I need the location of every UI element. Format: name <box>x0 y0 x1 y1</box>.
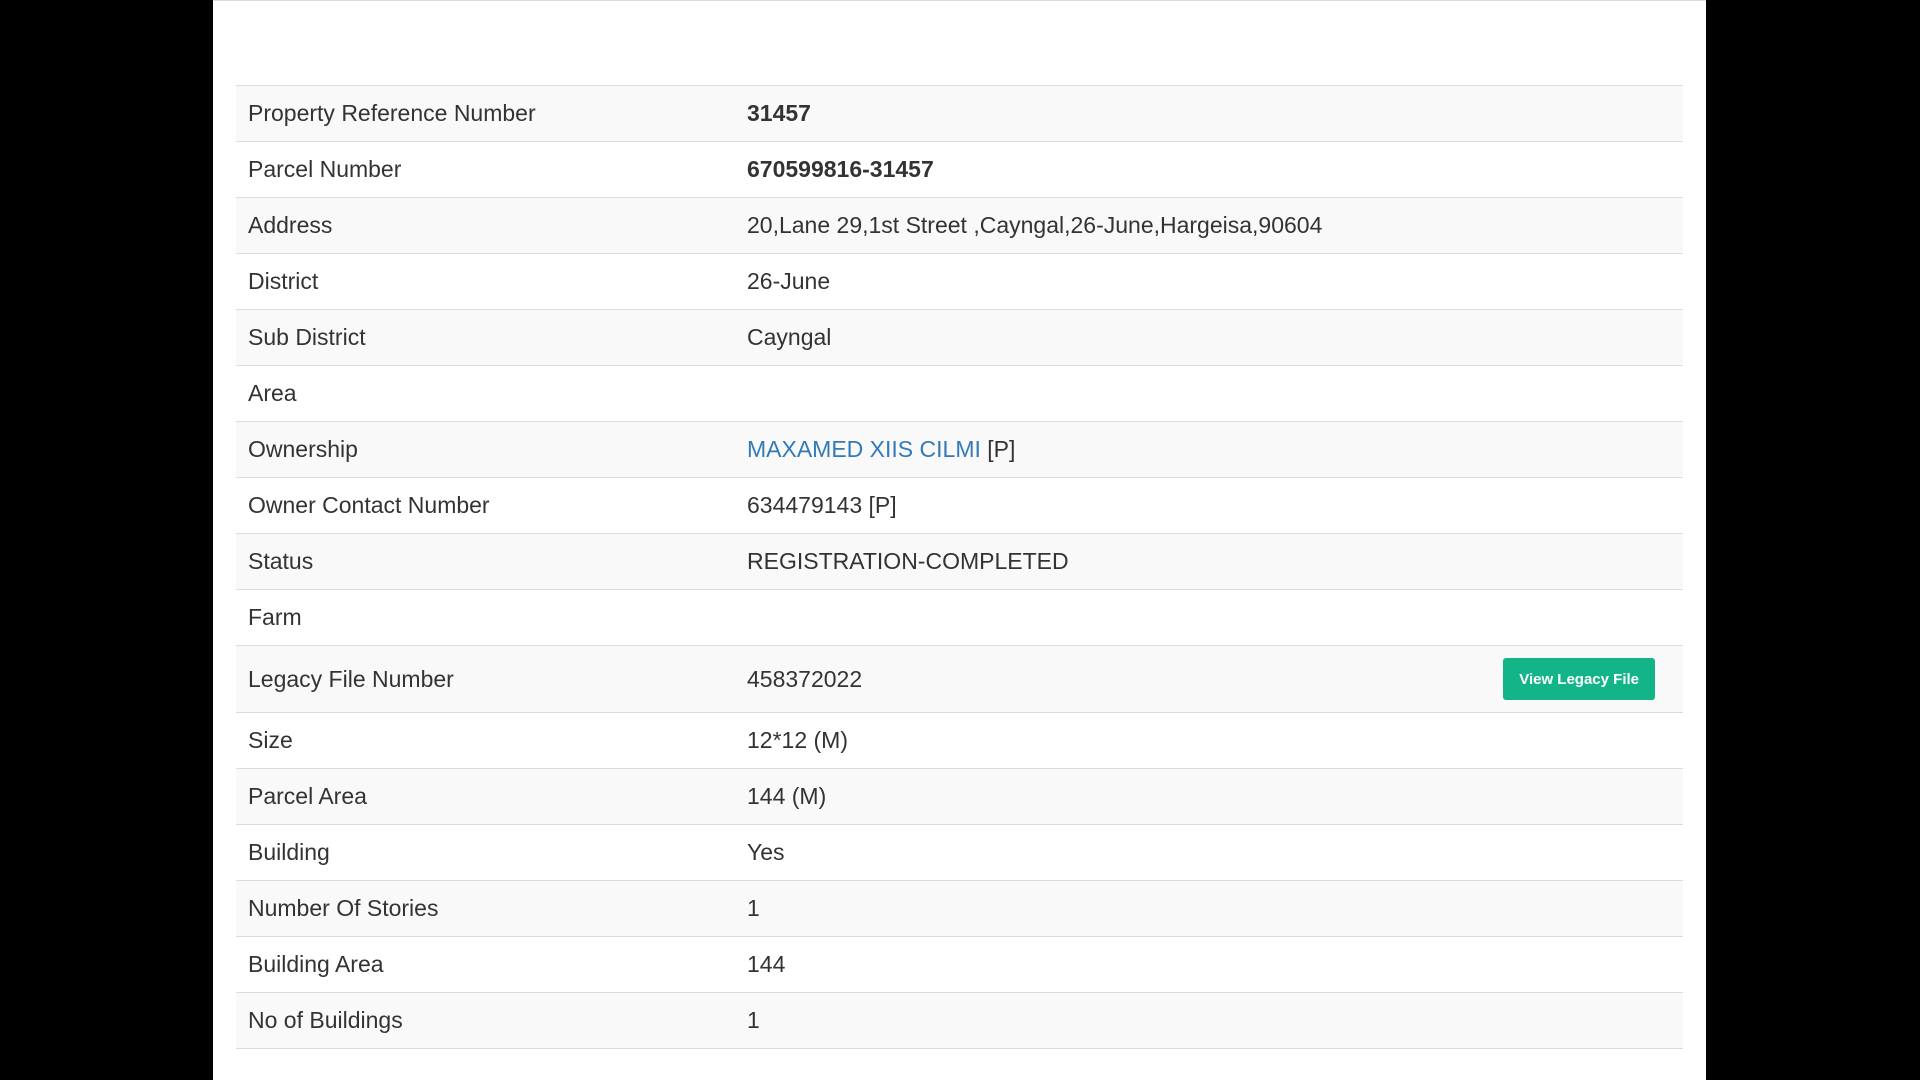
status-value: REGISTRATION-COMPLETED <box>735 533 1683 590</box>
no-of-buildings-value: 1 <box>735 992 1683 1049</box>
row-label: Legacy File Number <box>236 645 735 713</box>
row-parcel-area: Parcel Area 144 (M) <box>236 768 1683 825</box>
sub-district-value: Cayngal <box>735 309 1683 366</box>
row-ownership: Ownership MAXAMED XIIS CILMI [P] <box>236 421 1683 478</box>
owner-contact-value: 634479143 [P] <box>735 477 1683 534</box>
row-sub-district: Sub District Cayngal <box>236 309 1683 366</box>
parcel-number-value: 670599816-31457 <box>735 141 1683 198</box>
row-label: Size <box>236 712 735 769</box>
row-label: Sub District <box>236 309 735 366</box>
size-value: 12*12 (M) <box>735 712 1683 769</box>
row-label: Parcel Number <box>236 141 735 198</box>
district-value: 26-June <box>735 253 1683 310</box>
parcel-area-value: 144 (M) <box>735 768 1683 825</box>
row-size: Size 12*12 (M) <box>236 712 1683 769</box>
row-label: No of Buildings <box>236 992 735 1049</box>
row-label: Area <box>236 365 735 422</box>
row-owner-contact-number: Owner Contact Number 634479143 [P] <box>236 477 1683 534</box>
row-label: Property Reference Number <box>236 85 735 142</box>
row-label: Ownership <box>236 421 735 478</box>
number-of-stories-value: 1 <box>735 880 1683 937</box>
row-label: Building <box>236 824 735 881</box>
row-building: Building Yes <box>236 824 1683 881</box>
row-label: Address <box>236 197 735 254</box>
address-value: 20,Lane 29,1st Street ,Cayngal,26-June,H… <box>735 197 1683 254</box>
row-farm: Farm <box>236 589 1683 646</box>
row-label: Owner Contact Number <box>236 477 735 534</box>
owner-name-link[interactable]: MAXAMED XIIS CILMI <box>747 436 981 462</box>
row-label: Parcel Area <box>236 768 735 825</box>
row-district: District 26-June <box>236 253 1683 310</box>
view-legacy-file-button[interactable]: View Legacy File <box>1503 658 1655 700</box>
legacy-file-wrap: 458372022 View Legacy File <box>747 658 1671 700</box>
row-address: Address 20,Lane 29,1st Street ,Cayngal,2… <box>236 197 1683 254</box>
row-label: Status <box>236 533 735 590</box>
property-details-table: Property Reference Number 31457 Parcel N… <box>236 85 1683 1049</box>
farm-value <box>735 589 1683 646</box>
row-building-area: Building Area 144 <box>236 936 1683 993</box>
row-label: District <box>236 253 735 310</box>
legacy-file-cell: 458372022 View Legacy File <box>735 645 1683 713</box>
property-details-panel: Property Reference Number 31457 Parcel N… <box>213 0 1706 1080</box>
row-label: Number Of Stories <box>236 880 735 937</box>
row-property-reference-number: Property Reference Number 31457 <box>236 85 1683 142</box>
row-parcel-number: Parcel Number 670599816-31457 <box>236 141 1683 198</box>
row-area: Area <box>236 365 1683 422</box>
building-value: Yes <box>735 824 1683 881</box>
row-number-of-stories: Number Of Stories 1 <box>236 880 1683 937</box>
property-reference-link[interactable]: 31457 <box>735 85 1683 142</box>
ownership-cell: MAXAMED XIIS CILMI [P] <box>735 421 1683 478</box>
area-value <box>735 365 1683 422</box>
row-no-of-buildings: No of Buildings 1 <box>236 992 1683 1049</box>
owner-type-tag: [P] <box>987 436 1016 462</box>
building-area-value: 144 <box>735 936 1683 993</box>
row-status: Status REGISTRATION-COMPLETED <box>236 533 1683 590</box>
legacy-file-number-value: 458372022 <box>747 665 863 692</box>
row-legacy-file-number: Legacy File Number 458372022 View Legacy… <box>236 645 1683 713</box>
row-label: Farm <box>236 589 735 646</box>
row-label: Building Area <box>236 936 735 993</box>
